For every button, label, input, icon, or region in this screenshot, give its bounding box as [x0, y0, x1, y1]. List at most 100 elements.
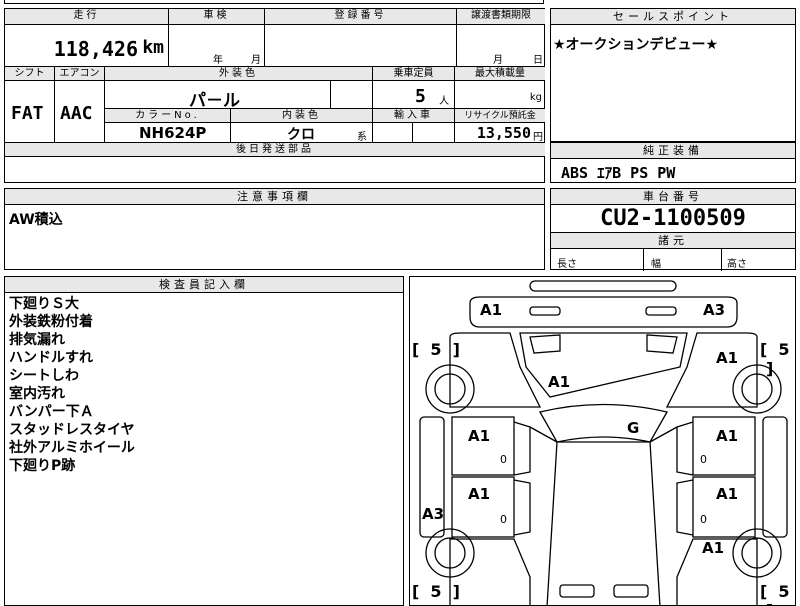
- list-item: 外装鉄粉付着: [9, 314, 93, 330]
- damage-fender-right: A1: [716, 349, 739, 367]
- color-no-value-cell: NH624P: [105, 123, 231, 143]
- aircon-value-cell: AAC: [55, 81, 105, 143]
- transfer-day-unit: 日: [533, 55, 543, 66]
- exterior-color-label: 外装色: [105, 67, 373, 81]
- damage-front-right: A3: [703, 301, 726, 319]
- recycle-unit: 円: [533, 132, 543, 143]
- list-item: シートしわ: [9, 368, 79, 384]
- inspector-list: 下廻りＳ大 外装鉄粉付着 排気漏れ ハンドルすれ シートしわ 室内汚れ バンパー…: [5, 293, 403, 477]
- max-load-label: 最大積載量: [455, 67, 545, 81]
- damage-door-rear-right: A1: [716, 485, 739, 503]
- transfer-month-unit: 月: [493, 55, 503, 66]
- list-item: バンパー下Ａ: [9, 404, 94, 420]
- mileage-unit: km: [142, 37, 164, 58]
- interior-color-value-cell: クロ 系: [231, 123, 373, 143]
- later-parts-label: 後日発送部品: [5, 143, 545, 157]
- capacity-value: 5: [415, 86, 426, 107]
- transfer-doc-value-cell: 月 日: [457, 25, 545, 67]
- inspection-label: 車検: [169, 9, 265, 25]
- list-item: 排気漏れ: [9, 332, 65, 348]
- damage-hood: A1: [548, 373, 571, 391]
- notes-label: 注意事項欄: [5, 189, 544, 205]
- capacity-label: 乗車定員: [373, 67, 455, 81]
- color-no-label: カラーNo.: [105, 109, 231, 123]
- front-bumper-top: [529, 280, 677, 292]
- import-value-cell-a: [373, 123, 413, 143]
- hood: [519, 332, 688, 398]
- aircon-value: AAC: [60, 103, 93, 124]
- rear-quarter-left: [449, 538, 531, 605]
- car-diagram-box: A1 A3 A1 A1 G A1 A1 A1 A1 A3 A1 0 0 0 0 …: [409, 276, 796, 606]
- tire-mark-fr: [ 5 ]: [760, 340, 790, 378]
- import-label: 輸入車: [373, 109, 455, 123]
- vehicle-info-table: 走行 車検 登録番号 譲渡書類期限 118,426 km 年 月 月 日 シフト…: [4, 8, 545, 183]
- tire-mark-rl: [ 5 ]: [412, 582, 460, 601]
- max-load-value-cell: kg: [455, 81, 545, 109]
- recycle-value-cell: 13,550 円: [455, 123, 545, 143]
- door-front-left: [451, 416, 515, 476]
- damage-door-front-left: A1: [468, 427, 491, 445]
- import-value-cell-b: [413, 123, 455, 143]
- inspection-year-unit: 年: [213, 55, 223, 66]
- aircon-label: エアコン: [55, 67, 105, 81]
- factory-equipment-label: 純正装備: [551, 143, 795, 159]
- mileage-value: 118,426: [53, 37, 138, 61]
- zero-mark-fl: 0: [500, 453, 507, 466]
- later-parts-value-cell: [5, 157, 545, 182]
- list-item: 社外アルミホイール: [9, 440, 135, 456]
- shift-label: シフト: [5, 67, 55, 81]
- inspection-value-cell: 年 月: [169, 25, 265, 67]
- notes-text: AW積込: [9, 212, 63, 228]
- list-item: 下廻りＳ大: [9, 296, 79, 312]
- selling-point-text: ★オークションデビュー★: [553, 37, 719, 53]
- dimensions-height: 高さ: [727, 259, 747, 270]
- damage-side-left: A3: [422, 505, 445, 523]
- dimensions-width: 幅: [651, 259, 661, 270]
- registration-label: 登録番号: [265, 9, 457, 25]
- inspector-box: 検査員記入欄 下廻りＳ大 外装鉄粉付着 排気漏れ ハンドルすれ シートしわ 室内…: [4, 276, 404, 606]
- exterior-color-value: パ－ル: [189, 91, 240, 111]
- recycle-label: リサイクル預託金: [455, 109, 545, 123]
- damage-door-front-right: A1: [716, 427, 739, 445]
- zero-mark-rr: 0: [700, 513, 707, 526]
- list-item: 室内汚れ: [9, 386, 65, 402]
- inspector-label: 検査員記入欄: [5, 277, 403, 293]
- factory-equipment-value: ABS ｴｱB PS PW: [561, 164, 676, 182]
- damage-windshield: G: [627, 419, 640, 437]
- exterior-color-value-cell: パ－ル: [105, 81, 331, 111]
- windshield: [539, 403, 668, 443]
- list-item: スタッドレスタイヤ: [9, 422, 135, 438]
- capacity-unit: 人: [439, 96, 449, 107]
- mileage-value-cell: 118,426 km: [5, 25, 169, 67]
- tire-mark-rr: [ 5 ]: [760, 582, 790, 605]
- dimensions-label: 諸元: [551, 233, 795, 249]
- front-bumper: [469, 296, 738, 328]
- damage-front-left: A1: [480, 301, 503, 319]
- factory-equipment-box: 純正装備 ABS ｴｱB PS PW: [550, 142, 796, 183]
- interior-color-value: クロ: [287, 127, 315, 143]
- shift-value: FAT: [11, 103, 44, 124]
- tire-mark-fl: [ 5 ]: [412, 340, 460, 359]
- top-strip: [4, 0, 544, 4]
- list-item: ハンドルすれ: [9, 350, 93, 366]
- chassis-label: 車台番号: [551, 189, 795, 205]
- chassis-value: CU2-1100509: [551, 205, 795, 233]
- zero-mark-rl: 0: [500, 513, 507, 526]
- dimensions-row: 長さ 幅 高さ: [551, 249, 795, 271]
- capacity-value-cell: 5 人: [373, 81, 455, 109]
- dimensions-length: 長さ: [557, 259, 577, 270]
- notes-box: 注意事項欄 AW積込: [4, 188, 545, 270]
- interior-color-unit: 系: [357, 132, 367, 143]
- mileage-label: 走行: [5, 9, 169, 25]
- interior-color-label: 内装色: [231, 109, 373, 123]
- selling-point-box: セールスポイント ★オークションデビュー★: [550, 8, 796, 142]
- roof: [546, 441, 661, 605]
- chassis-box: 車台番号 CU2-1100509 諸元 長さ 幅 高さ: [550, 188, 796, 271]
- max-load-unit: kg: [529, 92, 542, 103]
- selling-point-label: セールスポイント: [551, 9, 795, 25]
- door-front-right: [692, 416, 756, 476]
- zero-mark-fr: 0: [700, 453, 707, 466]
- inspection-month-unit: 月: [251, 55, 261, 66]
- exterior-color-extra-cell: [331, 81, 373, 109]
- list-item: 下廻りP跡: [9, 458, 76, 474]
